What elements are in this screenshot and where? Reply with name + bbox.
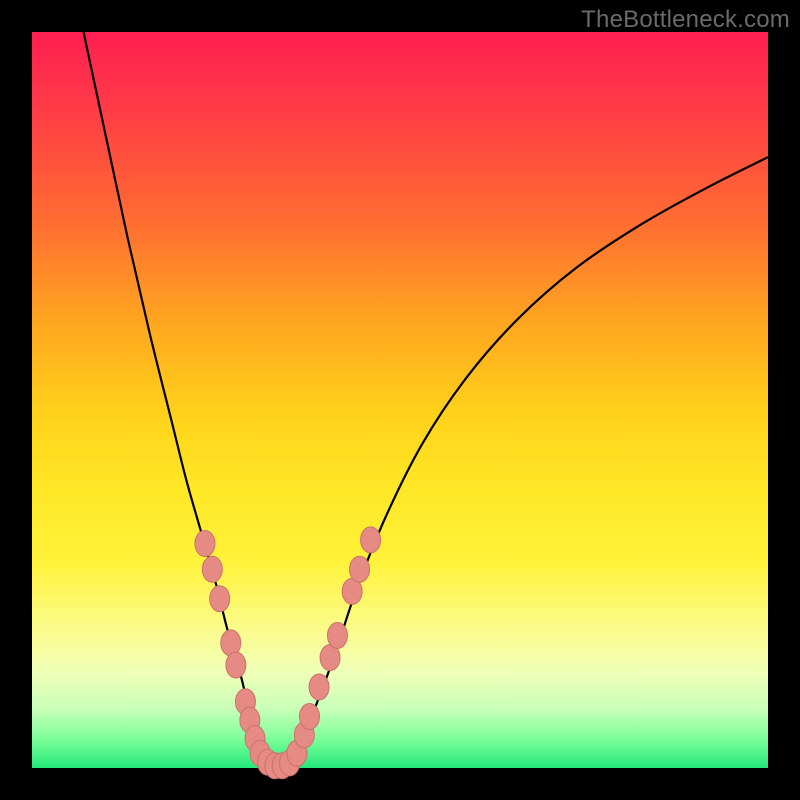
data-marker bbox=[361, 527, 381, 553]
chart-frame: TheBottleneck.com bbox=[0, 0, 800, 800]
data-marker bbox=[226, 652, 246, 678]
marker-group bbox=[195, 527, 381, 779]
data-marker bbox=[350, 556, 370, 582]
data-marker bbox=[195, 531, 215, 557]
curve-group bbox=[84, 32, 768, 770]
data-marker bbox=[309, 674, 329, 700]
data-marker bbox=[327, 623, 347, 649]
data-marker bbox=[210, 586, 230, 612]
bottleneck-curve bbox=[84, 32, 768, 770]
plot-area bbox=[32, 32, 768, 768]
data-marker bbox=[202, 556, 222, 582]
chart-svg bbox=[32, 32, 768, 768]
data-marker bbox=[299, 703, 319, 729]
watermark-text: TheBottleneck.com bbox=[581, 6, 790, 34]
